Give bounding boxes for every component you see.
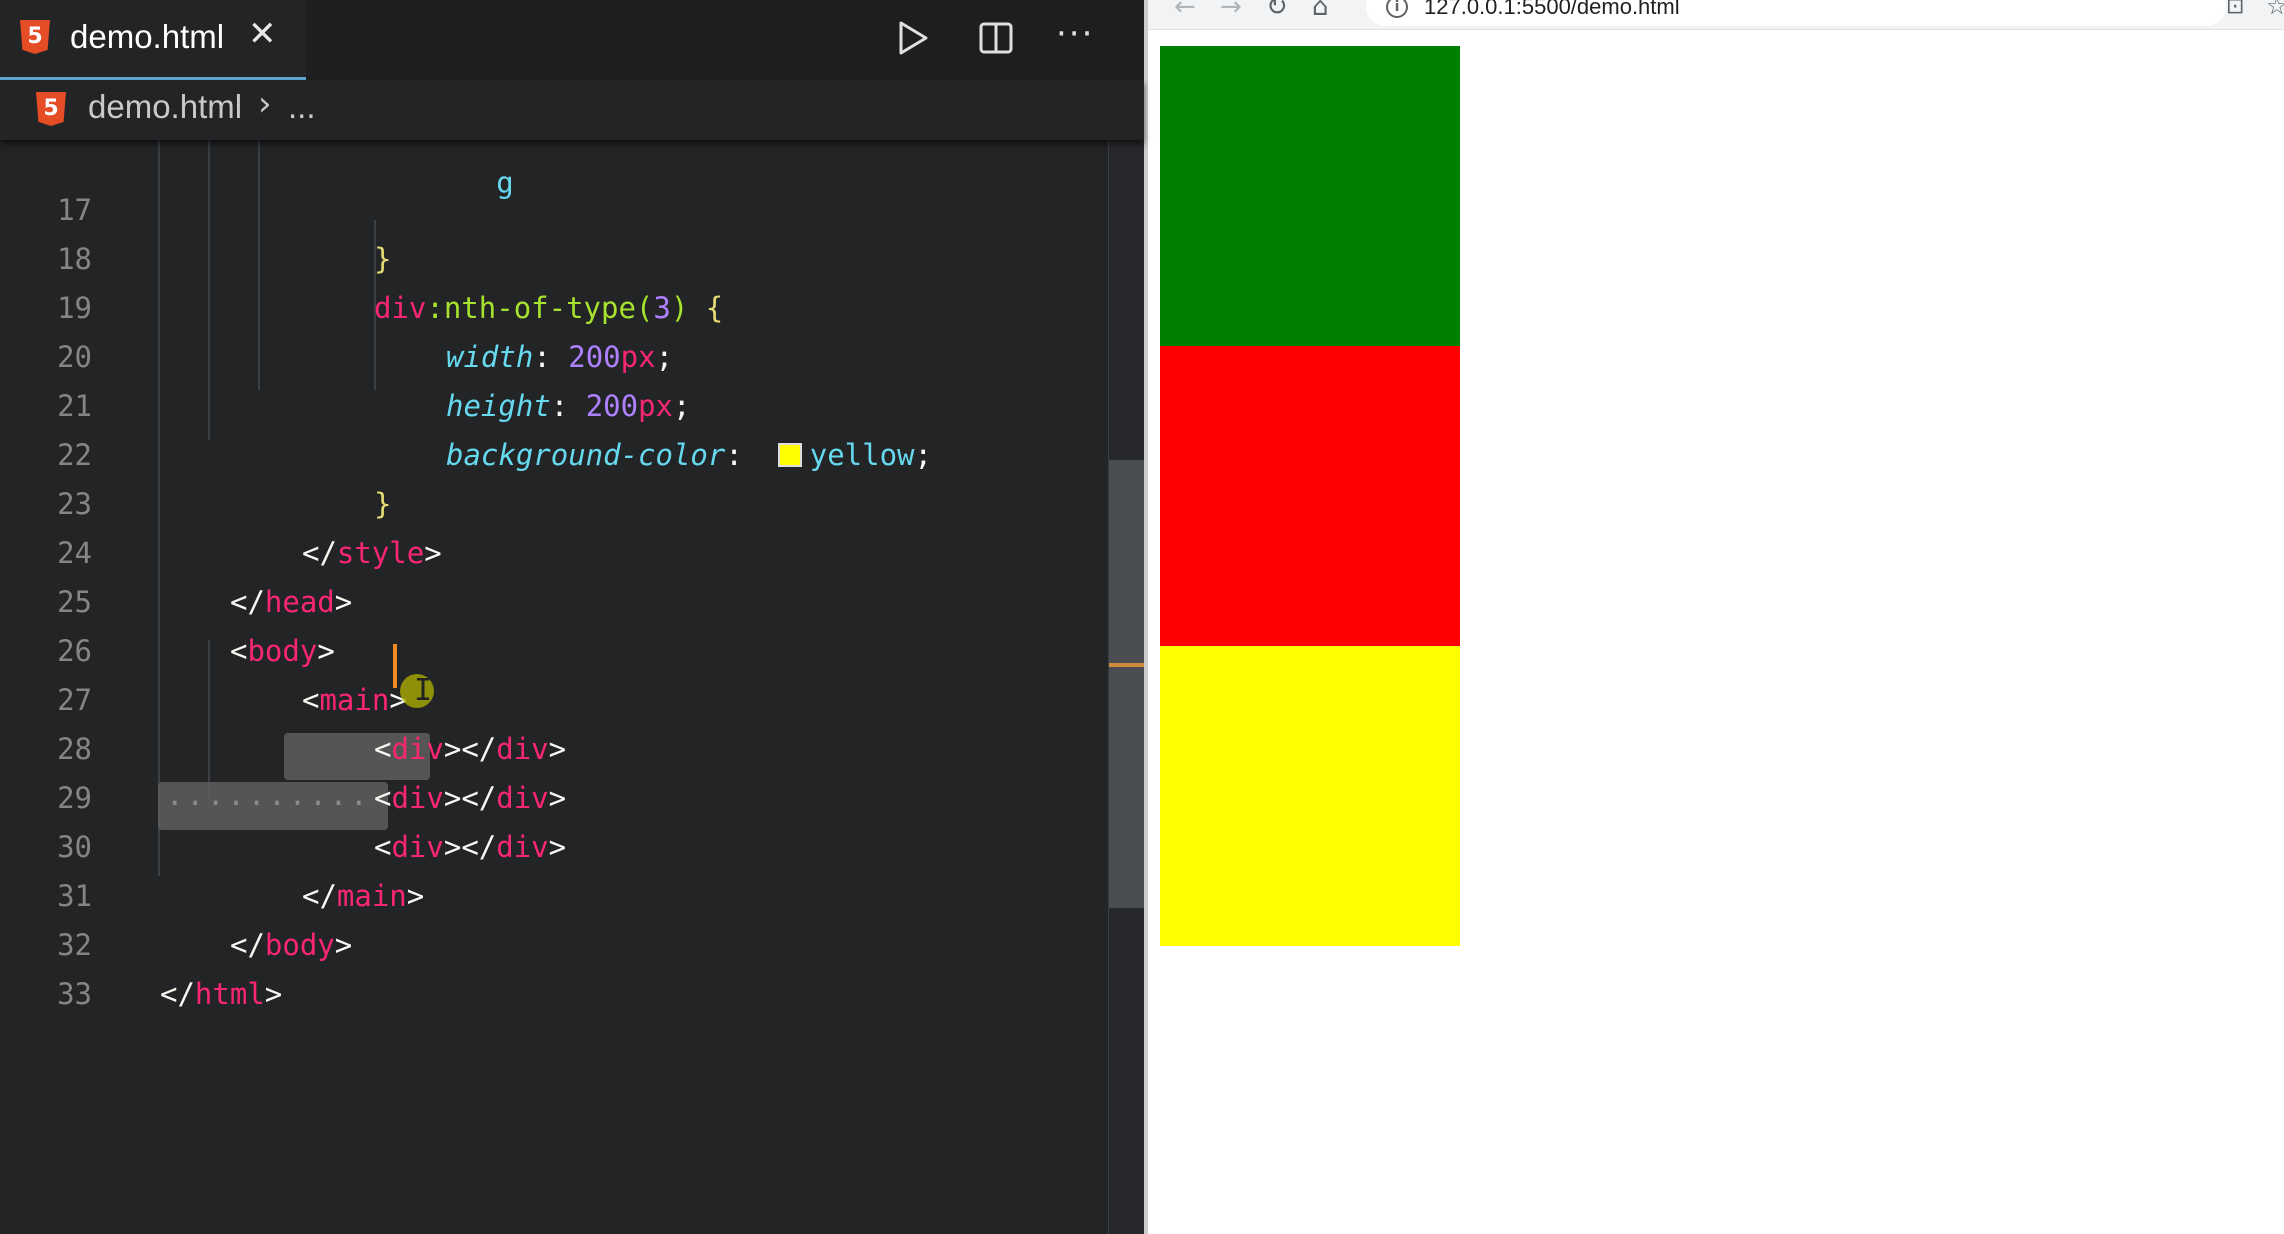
page-viewport bbox=[1148, 30, 2284, 1234]
breadcrumb: 5 demo.html › ... bbox=[0, 80, 1144, 140]
chevron-right-icon: › bbox=[258, 84, 272, 124]
code-line: 25 <body> bbox=[0, 529, 1108, 668]
code-line: 18 div:nth-of-type(3) { bbox=[0, 186, 1108, 325]
html5-icon: 5 bbox=[36, 92, 66, 126]
code-line: 33 bbox=[0, 921, 1108, 1011]
rendered-div-2 bbox=[1160, 346, 1460, 646]
split-editor-icon[interactable] bbox=[976, 18, 1016, 58]
rendered-div-3 bbox=[1160, 646, 1460, 946]
tab-label: demo.html bbox=[70, 18, 225, 55]
token: > bbox=[264, 977, 283, 1011]
code-line: 19 width: 200px; bbox=[0, 235, 1108, 374]
code-line: 28 <div></div> bbox=[0, 676, 1108, 815]
browser-toolbar: ← → ↻ ⌂ i 127.0.0.1:5500/demo.html ⊡ ☆ bbox=[1148, 0, 2284, 30]
scrollbar-cursor-marker bbox=[1109, 663, 1144, 667]
ibeam-cursor-icon: I bbox=[414, 673, 433, 708]
code-line: 22 } bbox=[0, 382, 1108, 521]
token: html bbox=[194, 977, 265, 1011]
tab-bar: 5 demo.html ✕ ··· bbox=[0, 0, 1144, 80]
rendered-div-1 bbox=[1160, 46, 1460, 346]
info-icon[interactable]: i bbox=[1386, 0, 1408, 18]
translate-icon[interactable]: ⊡ bbox=[2226, 0, 2244, 19]
breadcrumb-file[interactable]: demo.html bbox=[88, 88, 242, 126]
scrollbar-thumb[interactable] bbox=[1109, 460, 1144, 908]
address-bar[interactable]: i 127.0.0.1:5500/demo.html bbox=[1366, 0, 2226, 26]
forward-arrow-icon[interactable]: → bbox=[1220, 0, 1242, 22]
more-actions-icon[interactable]: ··· bbox=[1056, 14, 1096, 54]
breadcrumb-more[interactable]: ... bbox=[288, 88, 316, 126]
code-line: 31 </body> bbox=[0, 823, 1108, 962]
code-line: 29 <div></div> bbox=[0, 725, 1108, 864]
run-icon[interactable] bbox=[892, 18, 932, 58]
code-line: 32 </html> bbox=[0, 872, 1108, 1011]
line-number: 33 bbox=[57, 977, 92, 1011]
home-icon[interactable]: ⌂ bbox=[1312, 0, 1329, 22]
code-line: 30 </main> bbox=[0, 774, 1108, 913]
bookmark-star-icon[interactable]: ☆ bbox=[2266, 0, 2284, 20]
code-line-active: 27 <div></div> bbox=[0, 627, 1108, 766]
back-arrow-icon[interactable]: ← bbox=[1174, 0, 1196, 22]
code-area[interactable]: g 17 } 18 div:nth-of-type(3) { 19 width:… bbox=[0, 140, 1108, 1234]
code-line: 23 </style> bbox=[0, 431, 1108, 570]
tab-demo-html[interactable]: 5 demo.html ✕ bbox=[0, 0, 306, 80]
browser-preview: ← → ↻ ⌂ i 127.0.0.1:5500/demo.html ⊡ ☆ bbox=[1144, 0, 2284, 1234]
code-line: 21 background-color: yellow; bbox=[0, 333, 1108, 472]
token: </ bbox=[160, 977, 195, 1011]
url-text[interactable]: 127.0.0.1:5500/demo.html bbox=[1424, 0, 1680, 20]
text-cursor bbox=[393, 644, 397, 688]
code-line: 24 </head> bbox=[0, 480, 1108, 619]
code-line: 26 <main> bbox=[0, 578, 1108, 717]
code-line: 20 height: 200px; bbox=[0, 284, 1108, 423]
reload-icon[interactable]: ↻ bbox=[1266, 0, 1288, 22]
code-line: 17 } bbox=[0, 140, 1108, 276]
close-icon[interactable]: ✕ bbox=[248, 14, 277, 54]
html5-icon: 5 bbox=[20, 20, 50, 54]
code-editor: 5 demo.html ✕ ··· 5 demo.html › ... g 17… bbox=[0, 0, 1144, 1234]
